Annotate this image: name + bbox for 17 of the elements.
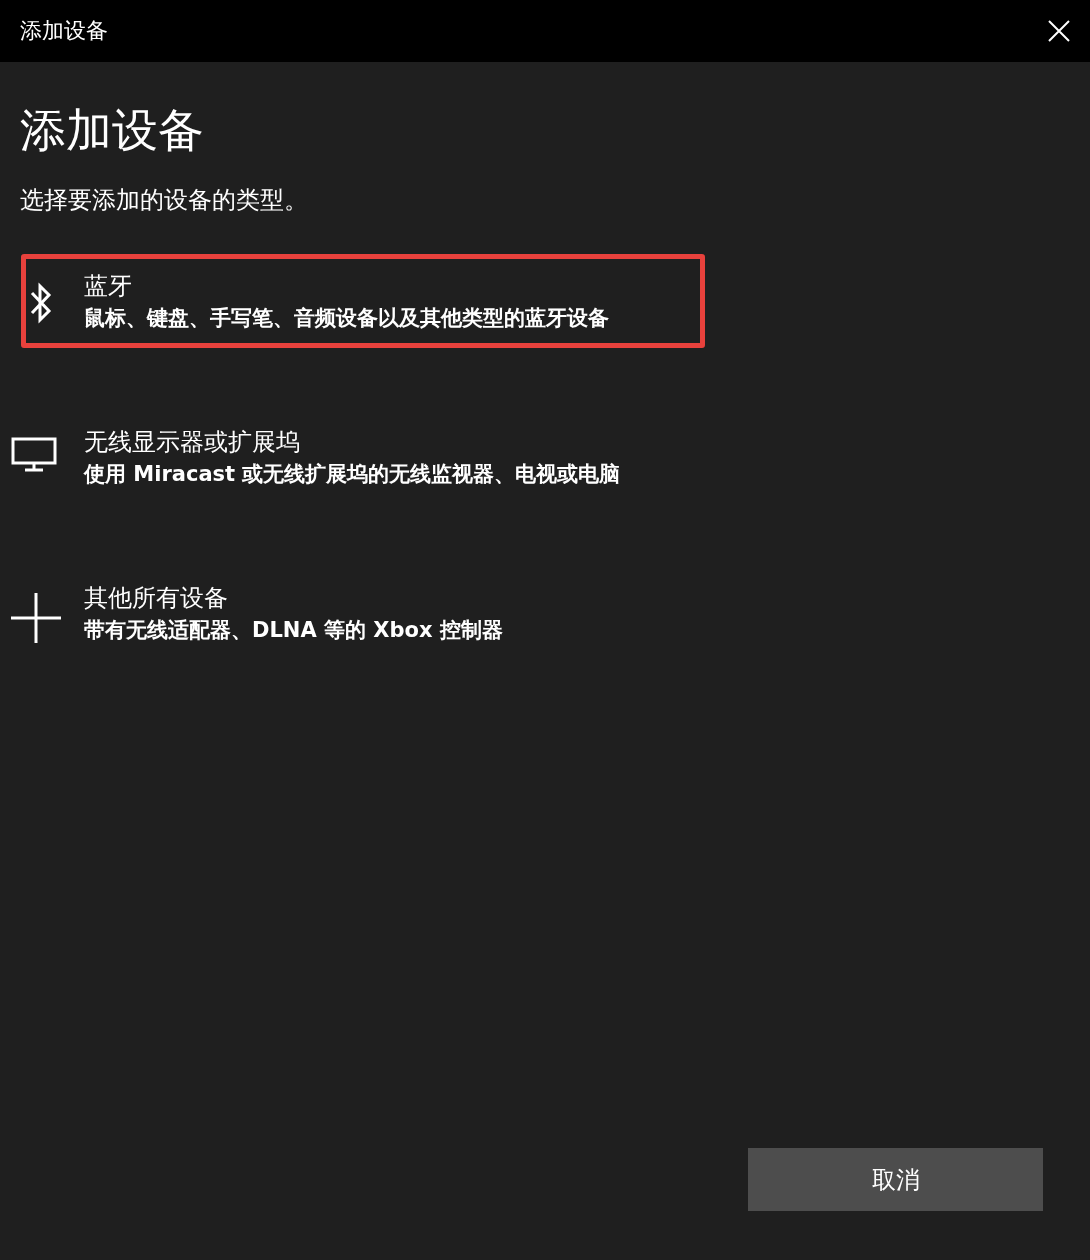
close-icon[interactable]: [1048, 20, 1070, 42]
device-option[interactable]: 无线显示器或扩展坞 使用 Miracast 或无线扩展坞的无线监视器、电视或电脑: [6, 410, 703, 504]
device-option[interactable]: 其他所有设备 带有无线适配器、DLNA 等的 Xbox 控制器: [6, 566, 703, 660]
plus-icon: [11, 593, 61, 643]
page-subtitle: 选择要添加的设备的类型。: [20, 185, 309, 216]
device-option[interactable]: 蓝牙 鼠标、键盘、手写笔、音频设备以及其他类型的蓝牙设备: [21, 254, 705, 348]
option-title: 无线显示器或扩展坞: [84, 427, 301, 458]
option-description: 鼠标、键盘、手写笔、音频设备以及其他类型的蓝牙设备: [84, 305, 609, 332]
monitor-icon: [11, 437, 57, 473]
cancel-button[interactable]: 取消: [748, 1148, 1043, 1211]
option-description: 带有无线适配器、DLNA 等的 Xbox 控制器: [84, 617, 503, 644]
option-title: 蓝牙: [84, 271, 133, 302]
page-heading: 添加设备: [20, 102, 205, 159]
bluetooth-icon: [28, 281, 54, 325]
option-title: 其他所有设备: [84, 583, 229, 614]
option-description: 使用 Miracast 或无线扩展坞的无线监视器、电视或电脑: [84, 461, 621, 488]
window-title: 添加设备: [20, 17, 108, 45]
